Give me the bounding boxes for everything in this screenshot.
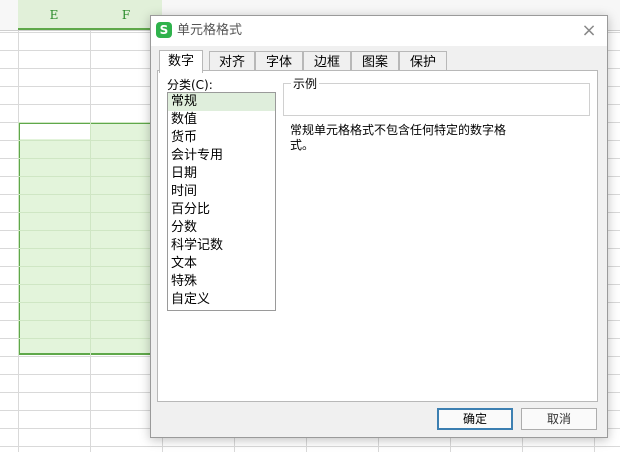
category-item[interactable]: 时间	[168, 183, 275, 201]
tab-font[interactable]: 字体	[255, 51, 303, 72]
tab-border[interactable]: 边框	[303, 51, 351, 72]
category-label: 分类(C):	[167, 78, 213, 92]
dialog-titlebar[interactable]: S 单元格格式 ×	[151, 16, 607, 46]
tab-protection[interactable]: 保护	[399, 51, 447, 72]
ok-button[interactable]: 确定	[437, 408, 513, 430]
dialog-title: 单元格格式	[177, 23, 243, 38]
format-description: 常规单元格格式不包含任何特定的数字格式。	[290, 123, 507, 152]
category-item[interactable]: 特殊	[168, 273, 275, 291]
category-listbox[interactable]: 常规 数值 货币 会计专用 日期 时间 百分比 分数 科学记数 文本 特殊 自定义	[167, 92, 276, 311]
sample-group: 示例	[283, 75, 590, 116]
category-item[interactable]: 日期	[168, 165, 275, 183]
category-item[interactable]: 分数	[168, 219, 275, 237]
cell-selection-range[interactable]	[18, 122, 168, 355]
column-header-e[interactable]: E	[18, 0, 90, 30]
category-item[interactable]: 百分比	[168, 201, 275, 219]
format-cells-dialog: S 单元格格式 × 数字 对齐 字体 边框 图案 保护 分类(C): 常规 数值货…	[150, 15, 608, 438]
number-tab-panel: 分类(C): 常规 数值 货币 会计专用 日期 时间 百分比 分数 科学记数 文本 特殊 自定义 示例…	[157, 70, 598, 402]
tab-pattern[interactable]: 图案	[351, 51, 399, 72]
category-item[interactable]: 文本	[168, 255, 275, 273]
wps-app-icon: S	[156, 22, 172, 38]
category-item[interactable]: 常规	[168, 93, 275, 111]
sample-label: 示例	[291, 75, 320, 92]
category-item[interactable]: 货币	[168, 129, 275, 147]
active-cell[interactable]	[20, 124, 90, 139]
close-icon[interactable]: ×	[579, 21, 599, 41]
category-item[interactable]: 自定义	[168, 291, 275, 309]
tab-alignment[interactable]: 对齐	[209, 51, 255, 72]
cancel-button[interactable]: 取消	[521, 408, 597, 430]
category-item[interactable]: 科学记数	[168, 237, 275, 255]
tab-number[interactable]: 数字	[159, 50, 203, 73]
category-item[interactable]: 会计专用	[168, 147, 275, 165]
category-item[interactable]: 数值	[168, 111, 275, 129]
